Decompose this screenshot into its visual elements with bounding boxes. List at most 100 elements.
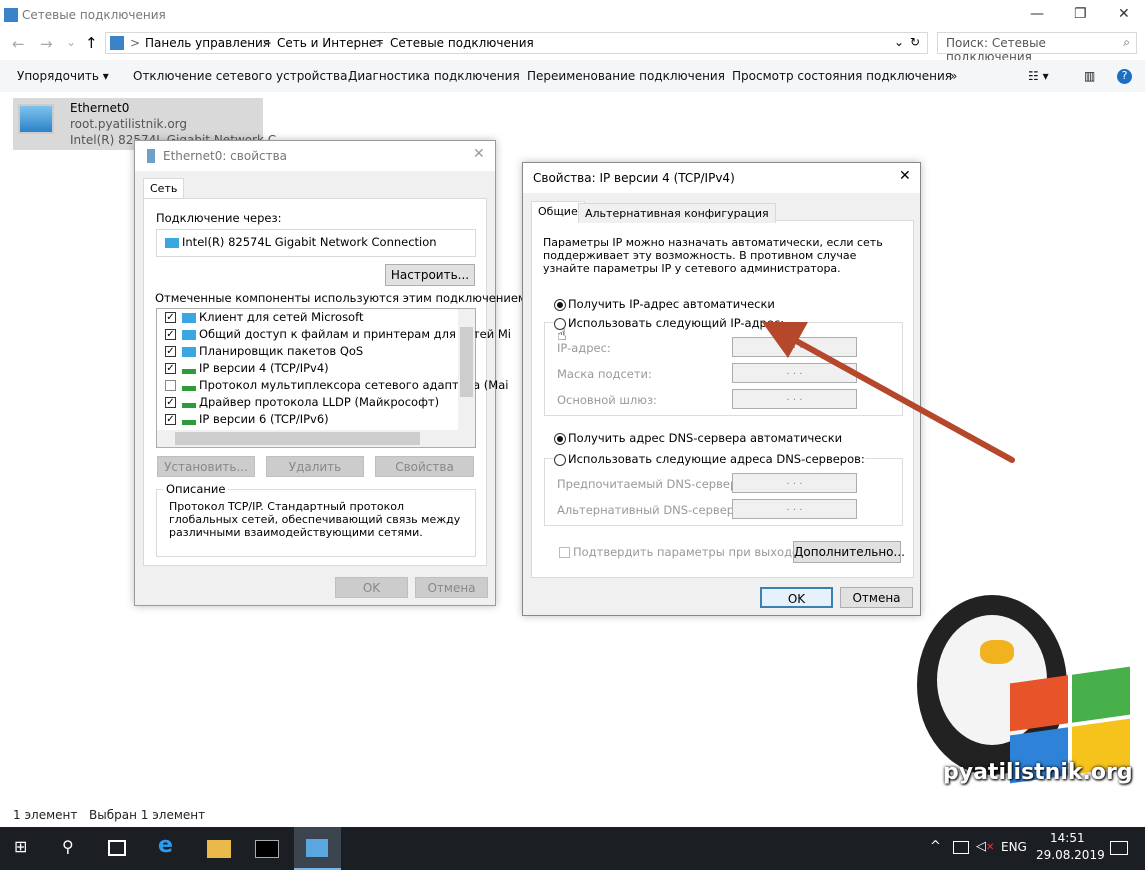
address-bar[interactable]: > Панель управления > Сеть и Интернет > … <box>105 32 928 54</box>
separator: > <box>130 36 141 50</box>
cancel-button[interactable]: Отмена <box>840 587 913 608</box>
hand-cursor-icon: ☝ <box>557 325 567 344</box>
checkbox[interactable]: ✓ <box>165 329 176 340</box>
adapter-icon <box>165 237 179 248</box>
back-button[interactable]: ← <box>12 35 25 53</box>
network-icon <box>182 346 196 357</box>
close-button[interactable]: ✕ <box>899 168 911 184</box>
install-button[interactable]: Установить... <box>157 456 255 477</box>
checkbox[interactable] <box>165 380 176 391</box>
protocol-icon <box>182 385 196 391</box>
clock-time[interactable]: 14:51 <box>1050 831 1085 845</box>
cancel-button[interactable]: Отмена <box>415 577 488 598</box>
dialog-title-bar: Ethernet0: свойства ✕ <box>135 141 495 171</box>
network-folder-icon <box>306 839 328 857</box>
search-icon: ⌕ <box>1123 35 1130 49</box>
help-button[interactable]: ? <box>1117 69 1132 84</box>
network-warning-icon[interactable] <box>953 841 969 854</box>
close-button[interactable]: ✕ <box>1118 6 1130 22</box>
dialog-title: Свойства: IP версии 4 (TCP/IPv4) <box>533 171 735 185</box>
checkbox[interactable]: ✓ <box>165 346 176 357</box>
list-item[interactable]: ✓ Драйвер протокола LLDP (Майкрософт) <box>165 395 439 412</box>
properties-button[interactable]: Свойства <box>375 456 474 477</box>
breadcrumb-network-internet[interactable]: Сеть и Интернет <box>277 36 383 50</box>
auto-ip-radio[interactable]: Получить IP-адрес автоматически <box>554 297 775 311</box>
search-button[interactable]: ⚲ <box>62 837 74 856</box>
watermark-text: pyatilistnik.org <box>943 760 1133 785</box>
radio-button[interactable] <box>554 453 566 466</box>
clock-date[interactable]: 29.08.2019 <box>1036 848 1105 862</box>
action-center-icon[interactable] <box>1110 841 1128 855</box>
preferred-dns-field[interactable]: . . . <box>732 473 857 493</box>
arrow-shaft <box>777 329 1015 463</box>
protocol-icon <box>182 368 196 374</box>
advanced-button[interactable]: Дополнительно... <box>793 541 905 563</box>
address-dropdown[interactable]: ⌄ <box>894 35 904 49</box>
organize-button[interactable]: Упорядочить ▾ <box>17 69 109 83</box>
breadcrumb-network-connections[interactable]: Сетевые подключения <box>390 36 534 50</box>
checkbox[interactable]: ✓ <box>165 363 176 374</box>
connection-name: Ethernet0 <box>70 101 130 115</box>
tab-alternate-config[interactable]: Альтернативная конфигурация <box>578 203 776 223</box>
ok-button[interactable]: OK <box>760 587 833 608</box>
show-hidden-icons-button[interactable]: ^ <box>930 839 941 854</box>
network-adapter-icon <box>18 104 54 134</box>
list-item[interactable]: Протокол мультиплексора сетевого адаптер… <box>165 378 508 395</box>
maximize-button[interactable]: ❐ <box>1074 6 1087 22</box>
rename-button[interactable]: Переименование подключения <box>527 69 725 83</box>
refresh-button[interactable]: ↻ <box>910 35 920 49</box>
scrollbar-thumb[interactable] <box>460 327 473 397</box>
command-prompt-icon[interactable] <box>255 840 279 858</box>
volume-muted-icon[interactable]: ◁✕ <box>976 839 994 854</box>
subnet-mask-label: Маска подсети: <box>557 367 652 381</box>
checkbox[interactable]: ✓ <box>165 414 176 425</box>
list-item[interactable]: ✓ Клиент для сетей Microsoft <box>165 310 363 327</box>
alternate-dns-field[interactable]: . . . <box>732 499 857 519</box>
checkbox[interactable] <box>559 547 570 558</box>
status-selected-count: Выбран 1 элемент <box>89 808 206 822</box>
horizontal-scrollbar[interactable] <box>157 430 475 447</box>
list-item[interactable]: ✓ IP версии 6 (TCP/IPv6) <box>165 412 329 429</box>
radio-button[interactable] <box>554 298 566 311</box>
alternate-dns-label: Альтернативный DNS-сервер: <box>557 503 738 517</box>
adapter-name: Intel(R) 82574L Gigabit Network Connecti… <box>182 235 437 249</box>
close-button[interactable]: ✕ <box>473 146 485 162</box>
components-list[interactable]: ✓ Клиент для сетей Microsoft ✓ Общий досту… <box>156 308 511 448</box>
minimize-button[interactable]: — <box>1030 6 1044 22</box>
ok-button[interactable]: OK <box>335 577 408 598</box>
dialog-title: Ethernet0: свойства <box>163 149 288 163</box>
breadcrumb-control-panel[interactable]: Панель управления <box>145 36 270 50</box>
remove-button[interactable]: Удалить <box>266 456 364 477</box>
vertical-scrollbar[interactable] <box>458 309 475 430</box>
view-options-button[interactable]: ☷ ▾ <box>1028 69 1049 83</box>
up-button[interactable]: ↑ <box>85 34 98 52</box>
tab-network[interactable]: Сеть <box>143 178 185 198</box>
internet-explorer-icon[interactable]: e <box>158 833 173 858</box>
scrollbar-thumb[interactable] <box>175 432 420 445</box>
separator: > <box>374 36 385 50</box>
view-status-button[interactable]: Просмотр состояния подключения <box>732 69 952 83</box>
radio-button[interactable] <box>554 432 566 445</box>
checkbox[interactable]: ✓ <box>165 312 176 323</box>
dialog-title-bar: Свойства: IP версии 4 (TCP/IPv4) ✕ <box>523 163 920 193</box>
recent-button[interactable]: ⌄ <box>66 35 76 49</box>
more-button[interactable]: » <box>950 69 957 83</box>
network-connections-task[interactable] <box>294 827 341 870</box>
search-input[interactable]: Поиск: Сетевые подключения ⌕ <box>937 32 1137 64</box>
file-explorer-icon[interactable] <box>207 840 231 858</box>
penguin-beak <box>980 640 1014 664</box>
list-item[interactable]: ✓ Планировщик пакетов QoS <box>165 344 363 361</box>
checkbox[interactable]: ✓ <box>165 397 176 408</box>
preview-pane-button[interactable]: ▥ <box>1084 69 1095 83</box>
configure-button[interactable]: Настроить... <box>385 264 475 286</box>
language-indicator[interactable]: ENG <box>1001 840 1027 854</box>
ethernet-properties-dialog: Ethernet0: свойства ✕ Подключение через:… <box>134 140 530 606</box>
forward-button[interactable]: → <box>40 35 53 53</box>
task-view-icon[interactable] <box>108 840 126 856</box>
start-button[interactable]: ⊞ <box>14 837 27 856</box>
disable-device-button[interactable]: Отключение сетевого устройства <box>133 69 347 83</box>
tab-general[interactable]: Общие <box>531 201 585 221</box>
diagnose-button[interactable]: Диагностика подключения <box>348 69 520 83</box>
validate-checkbox[interactable]: Подтвердить параметры при выходе <box>559 545 799 559</box>
list-item[interactable]: ✓ IP версии 4 (TCP/IPv4) <box>165 361 329 378</box>
